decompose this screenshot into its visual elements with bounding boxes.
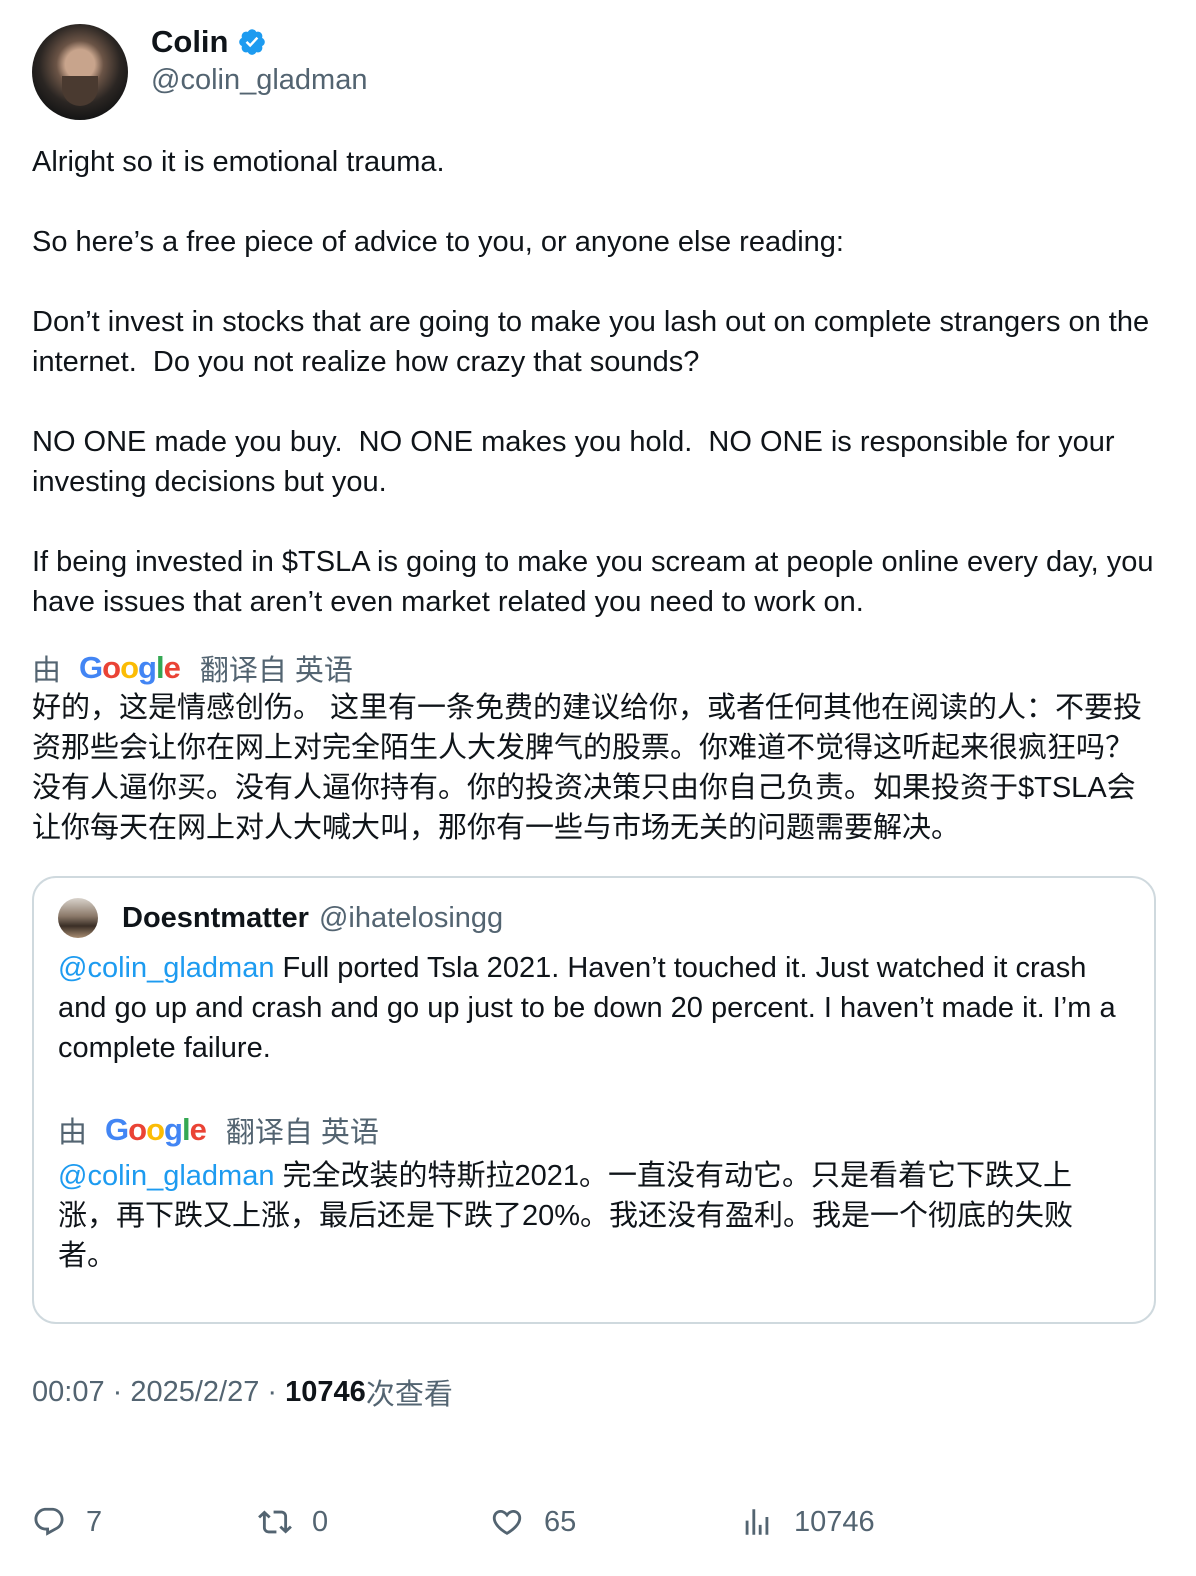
quoted-tweet-header: Doesntmatter @ihatelosingg [58,898,1128,938]
quoted-author-display-name[interactable]: Doesntmatter [122,902,309,935]
author-name-row: Colin [151,22,267,62]
verified-badge-icon [238,29,265,55]
views-count: 10746 [285,1375,366,1408]
tweet-header: Colin @colin_gladman [32,22,1162,122]
author-display-name[interactable]: Colin [151,24,229,60]
retweet-count: 0 [312,1505,329,1538]
translation-from-label: 翻译自 英语 [199,655,353,687]
quoted-translation-attribution[interactable]: 由 Google 翻译自 英语 [58,1110,1128,1150]
views-label: 次查看 [365,1379,453,1411]
translated-body-text: 好的，这是情感创伤。 这里有一条免费的建议给你，或者任何其他在阅读的人：不要投资… [32,692,1143,844]
analytics-icon [745,1509,769,1535]
meta-separator: · [259,1375,286,1408]
retweet-icon [258,1510,292,1534]
views-button[interactable]: 10746 [740,1500,875,1544]
author-avatar[interactable] [32,24,128,120]
quoted-translation-by-label: 由 [58,1117,88,1149]
reply-count: 7 [86,1505,103,1538]
translation-by-label: 由 [32,655,62,687]
quoted-author-handle[interactable]: @ihatelosingg [319,902,503,935]
reply-icon [34,1507,64,1536]
like-button[interactable]: 65 [490,1500,576,1544]
heart-icon [492,1509,522,1535]
retweet-button[interactable]: 0 [258,1500,328,1544]
quoted-tweet-text: @colin_gladman Full ported Tsla 2021. Ha… [58,948,1128,1068]
translation-attribution[interactable]: 由 Google 翻译自 英语 [32,648,1162,688]
tweet-actions-bar: 7 0 65 10746 [32,1500,1162,1544]
like-count: 65 [544,1505,577,1538]
tweet-time[interactable]: 00:07 [32,1376,105,1409]
tweet-meta: 00:07 · 2025/2/27 · 10746 次查看 [32,1372,1162,1412]
reply-button[interactable]: 7 [32,1500,102,1544]
quoted-translation-from-label: 翻译自 英语 [225,1117,379,1149]
quoted-tweet-content: Doesntmatter @ihatelosingg @colin_gladma… [58,898,1128,1276]
tweet-date[interactable]: 2025/2/27 [130,1376,259,1409]
tweet-body-text: Alright so it is emotional trauma. So he… [32,146,1154,618]
meta-separator: · [104,1375,131,1408]
quoted-translated-text: @colin_gladman 完全改装的特斯拉2021。一直没有动它。只是看着它… [58,1156,1128,1276]
google-logo-icon: Google [79,650,181,685]
quoted-mention-link[interactable]: @colin_gladman [58,952,274,984]
quoted-author-avatar[interactable] [58,898,98,938]
author-handle[interactable]: @colin_gladman [151,64,367,97]
quoted-translated-mention-link[interactable]: @colin_gladman [58,1160,274,1192]
google-logo-icon: Google [105,1112,207,1147]
quoted-tweet[interactable]: Doesntmatter @ihatelosingg @colin_gladma… [32,876,1156,1324]
tweet: Colin @colin_gladman Alright so it is em… [32,22,1162,1412]
views-count-action: 10746 [794,1505,875,1538]
avatar-face [62,76,98,106]
